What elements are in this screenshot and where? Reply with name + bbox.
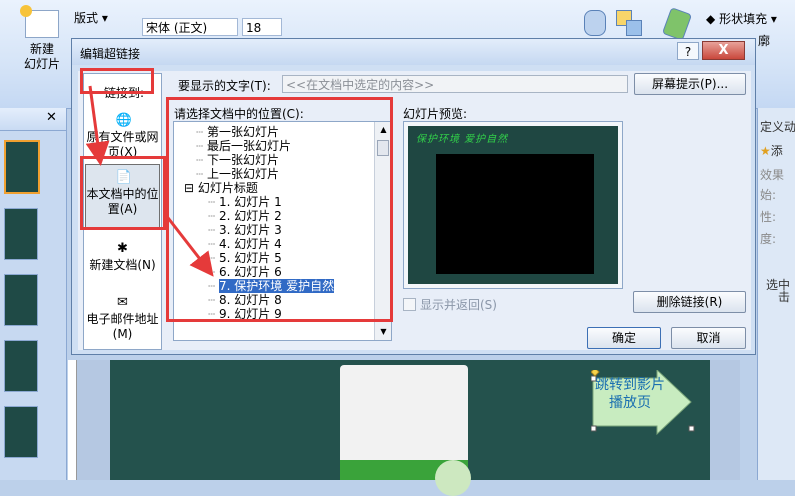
annotation-arrows <box>85 85 214 277</box>
annotation-arrow-2 <box>163 213 214 277</box>
annotation-arrow-1 <box>85 85 110 166</box>
